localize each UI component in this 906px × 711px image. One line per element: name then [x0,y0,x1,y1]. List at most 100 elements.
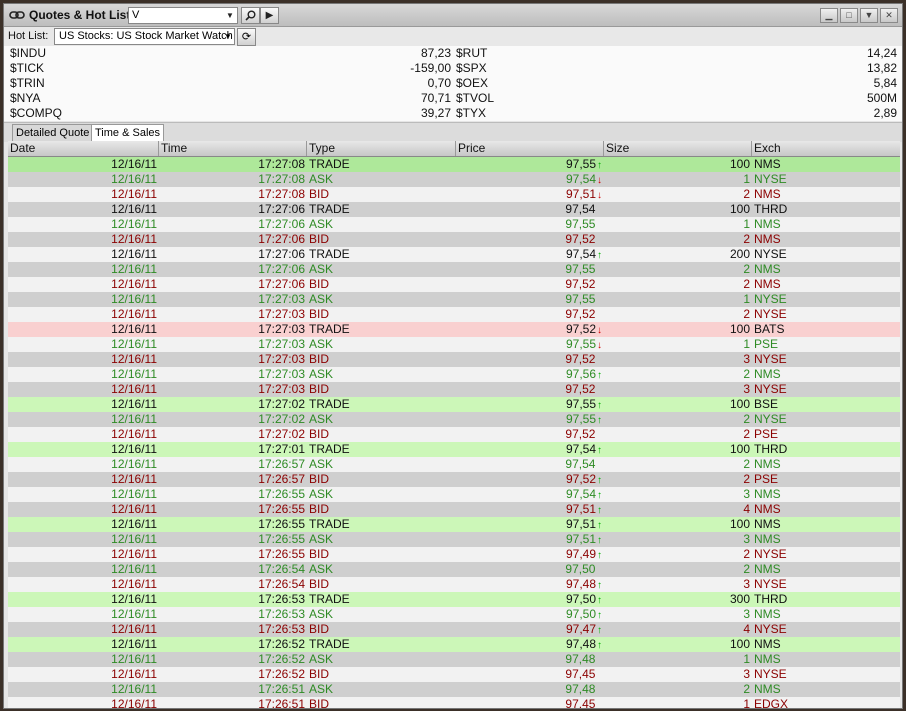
table-row[interactable]: 12/16/11 17:27:03 ASK 97,56↑ 2 NMS [8,367,900,382]
table-row[interactable]: 12/16/11 17:26:55 BID 97,51↑ 4 NMS [8,502,900,517]
arrow-up-icon: ↑ [597,415,602,426]
table-row[interactable]: 12/16/11 17:27:01 TRADE 97,54↑ 100 THRD [8,442,900,457]
column-header-type[interactable]: Type [307,141,456,156]
cell-date: 12/16/11 [8,322,159,337]
table-row[interactable]: 12/16/11 17:26:55 TRADE 97,51↑ 100 NMS [8,517,900,532]
exch-value: NMS [754,217,781,231]
table-row[interactable]: 12/16/11 17:27:06 BID 97,52 2 NMS [8,277,900,292]
table-row[interactable]: 12/16/11 17:27:08 ASK 97,54↓ 1 NYSE [8,172,900,187]
table-row[interactable]: 12/16/11 17:27:03 BID 97,52 2 NYSE [8,307,900,322]
maximize-icon: □ [846,10,852,20]
hotlist-select[interactable]: US Stocks: US Stock Market Watch ▼ [54,28,235,45]
table-row[interactable]: 12/16/11 17:26:53 BID 97,47↑ 4 NYSE [8,622,900,637]
cell-time: 17:26:55 [159,487,307,502]
date-value: 12/16/11 [111,187,157,201]
cell-exch: NYSE [752,307,900,322]
column-header-date[interactable]: Date [8,141,159,156]
exch-value: NMS [754,262,781,276]
column-header-size[interactable]: Size [604,141,752,156]
table-row[interactable]: 12/16/11 17:27:02 BID 97,52 2 PSE [8,427,900,442]
size-value: 3 [743,577,750,591]
size-value: 4 [743,622,750,636]
table-row[interactable]: 12/16/11 17:27:03 ASK 97,55 1 NYSE [8,292,900,307]
table-row[interactable]: 12/16/11 17:26:51 ASK 97,48 2 NMS [8,682,900,697]
time-value: 17:27:01 [258,442,305,456]
table-row[interactable]: 12/16/11 17:26:52 BID 97,45 3 NYSE [8,667,900,682]
time-value: 17:26:54 [258,577,305,591]
close-button[interactable]: ✕ [880,8,898,23]
table-row[interactable]: 12/16/11 17:26:53 TRADE 97,50↑ 300 THRD [8,592,900,607]
price-value: 97,48 [565,577,596,591]
table-row[interactable]: 12/16/11 17:27:06 TRADE 97,54↑ 200 NYSE [8,247,900,262]
exch-value: NMS [754,487,781,501]
table-row[interactable]: 12/16/11 17:26:54 ASK 97,50 2 NMS [8,562,900,577]
table-row[interactable]: 12/16/11 17:27:06 BID 97,52 2 NMS [8,232,900,247]
minimize-button[interactable]: ▁ [820,8,838,23]
refresh-button[interactable]: ⟳ [237,28,256,46]
table-row[interactable]: 12/16/11 17:27:06 ASK 97,55 2 NMS [8,262,900,277]
column-header-price[interactable]: Price [456,141,604,156]
arrow-up-icon: ↑ [597,625,602,636]
table-row[interactable]: 12/16/11 17:26:51 BID 97,45 1 EDGX [8,697,900,708]
go-button[interactable]: ▶ [260,7,279,24]
cell-time: 17:26:53 [159,592,307,607]
date-value: 12/16/11 [111,262,157,276]
table-row[interactable]: 12/16/11 17:26:52 ASK 97,48 1 NMS [8,652,900,667]
time-sales-table[interactable]: Date Time Type Price Size Exch 12/16/11 1… [8,141,900,708]
size-value: 1 [743,652,750,666]
table-row[interactable]: 12/16/11 17:26:53 ASK 97,50↑ 3 NMS [8,607,900,622]
cell-time: 17:27:03 [159,367,307,382]
table-row[interactable]: 12/16/11 17:26:52 TRADE 97,48↑ 100 NMS [8,637,900,652]
time-value: 17:27:08 [258,187,305,201]
menu-button[interactable]: ▼ [860,8,878,23]
cell-time: 17:26:55 [159,517,307,532]
cell-time: 17:27:08 [159,157,307,172]
cell-size: 300 [604,592,752,607]
cell-time: 17:26:53 [159,607,307,622]
minimize-icon: ▁ [825,10,833,20]
cell-time: 17:27:06 [159,232,307,247]
arrow-placeholder [596,430,602,441]
table-row[interactable]: 12/16/11 17:27:08 BID 97,51↓ 2 NMS [8,187,900,202]
size-value: 2 [743,547,750,561]
table-row[interactable]: 12/16/11 17:26:55 BID 97,49↑ 2 NYSE [8,547,900,562]
symbol-input[interactable]: V ▼ [128,7,238,24]
table-row[interactable]: 12/16/11 17:27:03 BID 97,52 3 NYSE [8,382,900,397]
cell-size: 2 [604,547,752,562]
table-row[interactable]: 12/16/11 17:27:06 TRADE 97,54 100 THRD [8,202,900,217]
cell-price: 97,54 [456,202,604,217]
date-value: 12/16/11 [111,232,157,246]
table-row[interactable]: 12/16/11 17:26:57 BID 97,52↑ 2 PSE [8,472,900,487]
column-header-exch[interactable]: Exch [752,141,900,156]
column-header-time[interactable]: Time [159,141,307,156]
cell-exch: NMS [752,607,900,622]
search-button[interactable] [241,7,260,24]
table-row[interactable]: 12/16/11 17:27:02 ASK 97,55↑ 2 NYSE [8,412,900,427]
table-row[interactable]: 12/16/11 17:27:06 ASK 97,55 1 NMS [8,217,900,232]
cell-size: 1 [604,292,752,307]
price-value: 97,55 [565,292,596,306]
table-row[interactable]: 12/16/11 17:27:08 TRADE 97,55↑ 100 NMS [8,157,900,172]
table-row[interactable]: 12/16/11 17:26:54 BID 97,48↑ 3 NYSE [8,577,900,592]
chevron-down-icon[interactable]: ▼ [223,30,233,43]
maximize-button[interactable]: □ [840,8,858,23]
tab-detailed-quote[interactable]: Detailed Quote [12,124,94,141]
exch-value: BATS [754,322,785,336]
cell-price: 97,51↑ [456,517,604,532]
arrow-up-icon: ↑ [597,250,602,261]
arrow-up-icon: ↑ [597,550,602,561]
table-row[interactable]: 12/16/11 17:27:03 BID 97,52 3 NYSE [8,352,900,367]
chevron-down-icon[interactable]: ▼ [224,9,236,22]
cell-type: TRADE [307,442,456,457]
tab-time-and-sales[interactable]: Time & Sales [91,124,165,141]
exch-value: NMS [754,637,781,651]
table-row[interactable]: 12/16/11 17:26:55 ASK 97,51↑ 3 NMS [8,532,900,547]
table-row[interactable]: 12/16/11 17:26:57 ASK 97,54 2 NMS [8,457,900,472]
table-row[interactable]: 12/16/11 17:27:03 ASK 97,55↓ 1 PSE [8,337,900,352]
cell-size: 1 [604,697,752,708]
table-row[interactable]: 12/16/11 17:27:03 TRADE 97,52↓ 100 BATS [8,322,900,337]
cell-price: 97,52↓ [456,322,604,337]
table-row[interactable]: 12/16/11 17:27:02 TRADE 97,55↑ 100 BSE [8,397,900,412]
table-row[interactable]: 12/16/11 17:26:55 ASK 97,54↑ 3 NMS [8,487,900,502]
exch-value: THRD [754,442,788,456]
